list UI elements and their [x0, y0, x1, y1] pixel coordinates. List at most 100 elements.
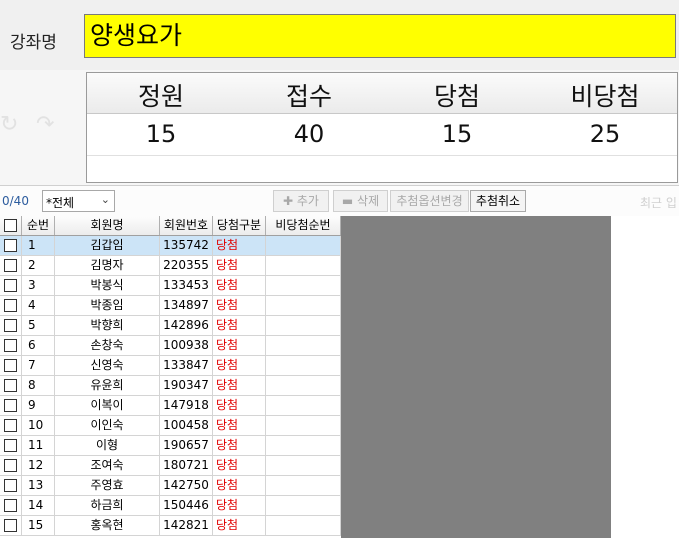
draw-status: 당첨	[213, 496, 266, 515]
draw-status: 당첨	[213, 476, 266, 495]
select-all-checkbox[interactable]	[4, 219, 17, 232]
member-number: 180721	[160, 456, 213, 475]
member-name: 홍옥현	[55, 516, 160, 535]
table-row[interactable]: 6 손창숙 100938 당첨	[0, 336, 341, 356]
filter-select[interactable]: *전체 ⌄	[42, 190, 115, 212]
row-checkbox-cell	[0, 316, 22, 335]
delete-button[interactable]: ▬ 삭제	[333, 190, 388, 212]
won-header: 당첨	[433, 82, 480, 111]
table-row[interactable]: 10 이인숙 100458 당첨	[0, 416, 341, 436]
member-name: 이복이	[55, 396, 160, 415]
nonwin-number	[266, 336, 341, 355]
member-name: 조여숙	[55, 456, 160, 475]
member-number: 220355	[160, 256, 213, 275]
column-header-member-no[interactable]: 회원번호	[160, 216, 213, 235]
member-number: 135742	[160, 236, 213, 255]
table-row[interactable]: 9 이복이 147918 당첨	[0, 396, 341, 416]
table-row[interactable]: 11 이형 190657 당첨	[0, 436, 341, 456]
member-name: 박종임	[55, 296, 160, 315]
course-name-label: 강좌명	[10, 33, 57, 53]
member-name: 이인숙	[55, 416, 160, 435]
nonwin-number	[266, 416, 341, 435]
row-checkbox-cell	[0, 496, 22, 515]
row-checkbox[interactable]	[4, 339, 17, 352]
row-checkbox[interactable]	[4, 519, 17, 532]
refresh-icon: ↻	[0, 112, 19, 137]
table-row[interactable]: 7 신영숙 133847 당첨	[0, 356, 341, 376]
member-number: 133847	[160, 356, 213, 375]
member-number: 142896	[160, 316, 213, 335]
row-number: 4	[22, 296, 55, 315]
filter-value: *전체	[46, 196, 75, 210]
minus-icon: ▬	[341, 194, 354, 208]
row-checkbox[interactable]	[4, 239, 17, 252]
row-checkbox-cell	[0, 476, 22, 495]
row-checkbox[interactable]	[4, 479, 17, 492]
checked-count: 0/40	[2, 194, 29, 208]
table-row[interactable]: 5 박향희 142896 당첨	[0, 316, 341, 336]
table-row[interactable]: 12 조여숙 180721 당첨	[0, 456, 341, 476]
member-name: 김갑임	[55, 236, 160, 255]
change-draw-option-button[interactable]: 추첨옵션변경	[390, 190, 469, 212]
row-checkbox[interactable]	[4, 399, 17, 412]
draw-status: 당첨	[213, 276, 266, 295]
member-grid: 순번 회원명 회원번호 당첨구분 비당첨순번 1 김갑임 135742 당첨 2 김명자 2…	[0, 216, 341, 538]
row-checkbox[interactable]	[4, 279, 17, 292]
row-checkbox-cell	[0, 256, 22, 275]
member-number: 142821	[160, 516, 213, 535]
draw-status: 당첨	[213, 356, 266, 375]
row-checkbox[interactable]	[4, 379, 17, 392]
draw-status: 당첨	[213, 396, 266, 415]
capacity-header: 정원	[137, 82, 184, 111]
table-row[interactable]: 15 홍옥현 142821 당첨	[0, 516, 341, 536]
delete-button-label: 삭제	[357, 194, 380, 208]
table-row[interactable]: 1 김갑임 135742 당첨	[0, 236, 341, 256]
nonwin-number	[266, 396, 341, 415]
member-name: 주영효	[55, 476, 160, 495]
row-number: 14	[22, 496, 55, 515]
column-header-name[interactable]: 회원명	[55, 216, 160, 235]
column-header-status[interactable]: 당첨구분	[213, 216, 266, 235]
row-checkbox[interactable]	[4, 359, 17, 372]
nonwin-number	[266, 356, 341, 375]
row-number: 15	[22, 516, 55, 535]
row-checkbox-cell	[0, 236, 22, 255]
table-row[interactable]: 2 김명자 220355 당첨	[0, 256, 341, 276]
column-header-no[interactable]: 순번	[22, 216, 55, 235]
member-name: 신영숙	[55, 356, 160, 375]
row-checkbox[interactable]	[4, 459, 17, 472]
table-row[interactable]: 13 주영효 142750 당첨	[0, 476, 341, 496]
member-name: 박봉식	[55, 276, 160, 295]
won-value: 15	[441, 120, 473, 148]
select-all-cell	[0, 216, 22, 235]
grid-header-row: 순번 회원명 회원번호 당첨구분 비당첨순번	[0, 216, 341, 236]
row-checkbox[interactable]	[4, 499, 17, 512]
nonwin-number	[266, 256, 341, 275]
row-checkbox-cell	[0, 416, 22, 435]
row-checkbox[interactable]	[4, 259, 17, 272]
add-button[interactable]: ✚ 추가	[273, 190, 329, 212]
row-number: 7	[22, 356, 55, 375]
nonwin-number	[266, 236, 341, 255]
row-checkbox[interactable]	[4, 419, 17, 432]
draw-status: 당첨	[213, 376, 266, 395]
table-row[interactable]: 3 박봉식 133453 당첨	[0, 276, 341, 296]
row-checkbox[interactable]	[4, 439, 17, 452]
table-row[interactable]: 8 유윤희 190347 당첨	[0, 376, 341, 396]
stats-table: 정원 접수 당첨 비당첨 15 40 15 25	[86, 72, 678, 183]
table-row[interactable]: 4 박종임 134897 당첨	[0, 296, 341, 316]
row-checkbox[interactable]	[4, 319, 17, 332]
grid-toolbar: 0/40 *전체 ⌄ ✚ 추가 ▬ 삭제 추첨옵션변경 추첨취소 최근 입	[0, 185, 679, 216]
received-header: 접수	[285, 82, 332, 111]
row-checkbox[interactable]	[4, 299, 17, 312]
cancel-draw-button[interactable]: 추첨취소	[470, 190, 526, 212]
nonwin-number	[266, 476, 341, 495]
stats-value-row: 15 40 15 25	[87, 113, 677, 155]
row-checkbox-cell	[0, 436, 22, 455]
received-value: 40	[293, 120, 325, 148]
table-row[interactable]: 14 하금희 150446 당첨	[0, 496, 341, 516]
course-name-field[interactable]: 양생요가	[84, 14, 676, 58]
draw-status: 당첨	[213, 316, 266, 335]
draw-status: 당첨	[213, 516, 266, 535]
column-header-nonwin-no[interactable]: 비당첨순번	[266, 216, 341, 235]
